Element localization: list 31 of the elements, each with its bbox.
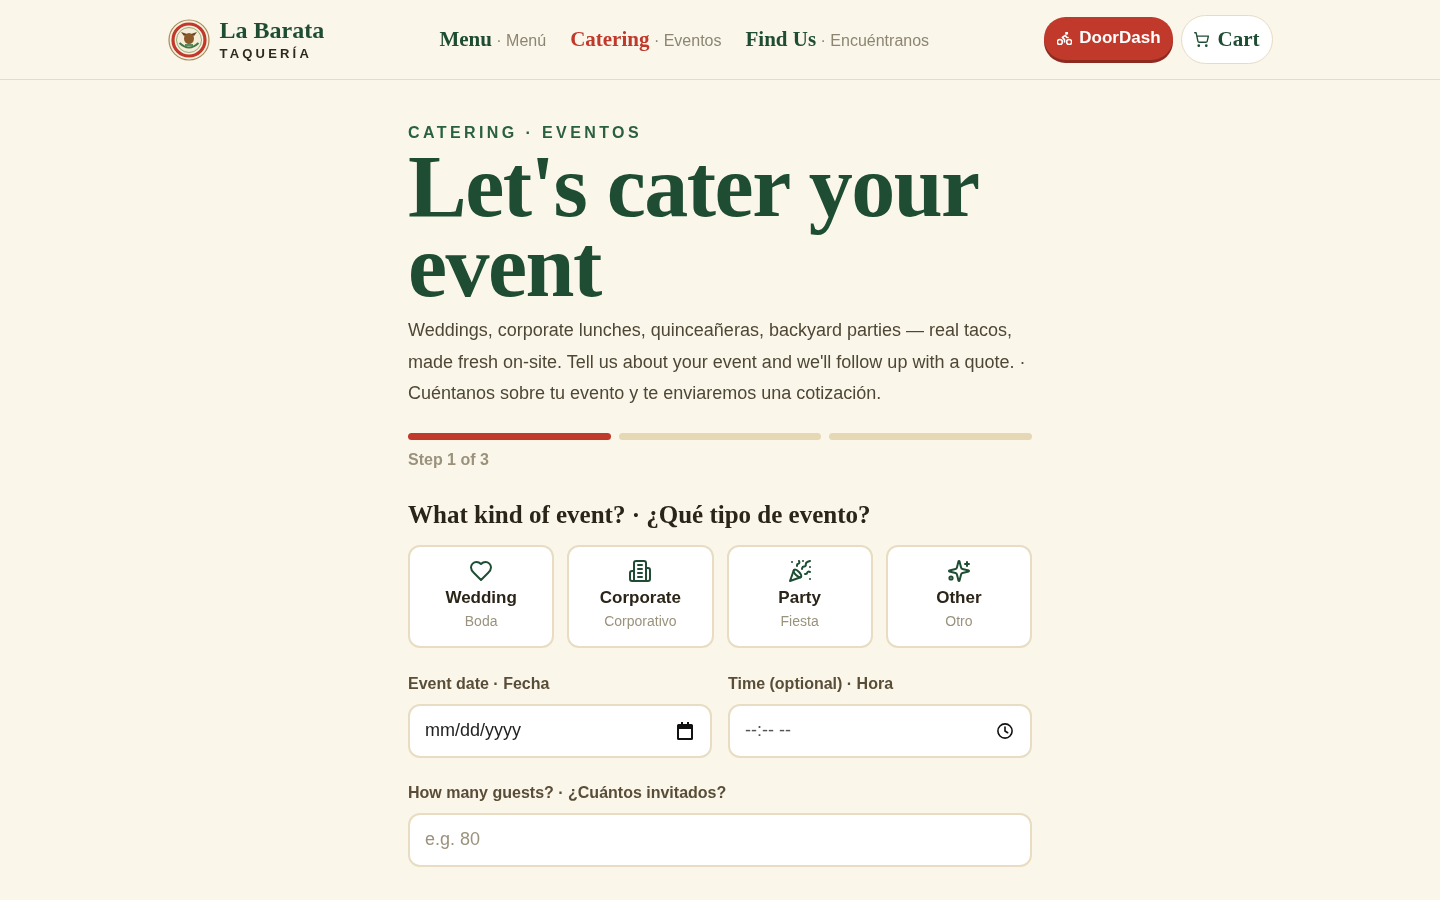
step-label: Step 1 of 3 [408, 449, 490, 470]
brand-tagline: TAQUERÍA [219, 44, 314, 63]
nav-link[interactable]: Catering · Eventos [570, 27, 722, 52]
event-type-card[interactable]: Corporate Corporativo [567, 544, 714, 648]
nav-link[interactable]: Menu · Menú [439, 27, 547, 52]
party-popper-icon [788, 559, 811, 582]
field-label: Time (optional) · Hora [728, 673, 894, 694]
field-label: Event date · Fecha [408, 673, 550, 694]
bicycle-icon [1057, 31, 1073, 45]
event-type-card[interactable]: Other Otro [885, 544, 1032, 648]
question-heading: What kind of event? · ¿Qué tipo de evento? [408, 500, 872, 529]
doordash-button[interactable]: DoorDash [1044, 16, 1173, 60]
event-type-card[interactable]: Wedding Boda [408, 544, 555, 648]
cart-icon [1193, 32, 1209, 47]
cart-button[interactable]: Cart [1180, 15, 1273, 64]
page-title: Let's cater your event [408, 147, 979, 311]
calendar-icon [677, 721, 693, 740]
intro-text: Weddings, corporate lunches, quinceañeras, backyard parties — real tacos, made fresh on-site. Tell us about your event and we'll follow up with a quote. · Cuéntanos sobre tu evento y te enviaremos una cotización. [408, 319, 1027, 405]
field-label: How many guests? · ¿Cuántos invitados? [408, 782, 727, 803]
logo-icon [167, 18, 210, 61]
time-field[interactable]: --:-- -- [728, 703, 1032, 758]
sparkles-icon [947, 559, 970, 582]
event-type-card[interactable]: Party Fiesta [726, 544, 873, 648]
number-field[interactable]: e.g. 80 [408, 812, 1032, 867]
section-eyebrow: CATERING · EVENTOS [408, 123, 643, 143]
clock-icon [997, 721, 1013, 740]
heart-icon [470, 559, 493, 582]
brand-name: La Barata [219, 16, 325, 43]
date-field[interactable]: mm/dd/yyyy [408, 703, 712, 758]
building-icon [629, 559, 652, 582]
nav-link[interactable]: Find Us · Encuéntranos [745, 27, 930, 52]
